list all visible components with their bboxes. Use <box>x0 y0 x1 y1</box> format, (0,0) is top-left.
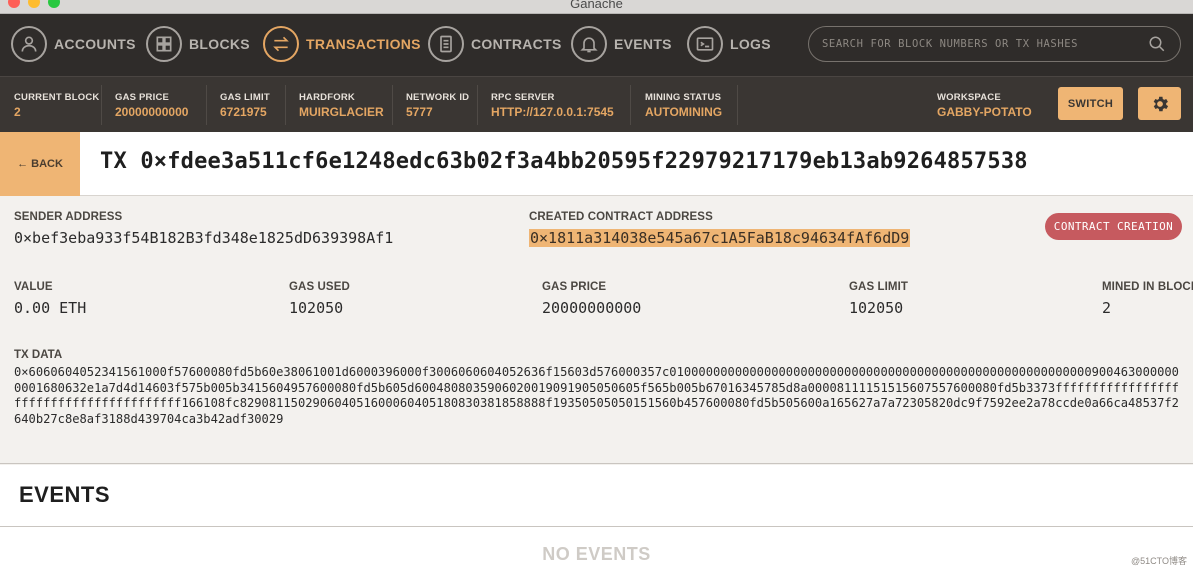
divider <box>206 85 207 125</box>
hardfork-value: MUIRGLACIER <box>299 105 384 119</box>
tx-gas-price-value: 20000000000 <box>542 299 642 317</box>
tx-gas-price-label: GAS PRICE <box>542 281 607 293</box>
gas-used-value: 102050 <box>289 299 344 317</box>
gas-price-label: GAS PRICE <box>115 92 170 103</box>
nav-transactions-label: TRANSACTIONS <box>306 36 421 52</box>
search-icon[interactable] <box>1148 35 1166 58</box>
nav-contracts[interactable]: CONTRACTS <box>428 25 562 63</box>
current-block-stat: CURRENT BLOCK 2 <box>14 92 99 119</box>
sender-address-value: 0×bef3eba933f54B182B3fd348e1825dD639398A… <box>14 229 394 247</box>
hardfork-label: HARDFORK <box>299 92 355 103</box>
tx-gas-limit-value: 102050 <box>849 299 904 317</box>
created-contract-address-field: CREATED CONTRACT ADDRESS 0×1811a314038e5… <box>529 211 911 248</box>
gas-limit-stat: GAS LIMIT 6721975 <box>220 92 270 119</box>
nav-events-label: EVENTS <box>614 36 672 52</box>
events-section: EVENTS NO EVENTS @51CTO博客 <box>0 465 1193 570</box>
tx-gas-limit-field: GAS LIMIT 102050 <box>849 281 908 317</box>
divider <box>101 85 102 125</box>
window-titlebar: Ganache <box>0 0 1193 14</box>
search-input[interactable] <box>822 38 1142 50</box>
rpc-server-value: HTTP://127.0.0.1:7545 <box>491 105 614 119</box>
rpc-server-label: RPC SERVER <box>491 92 555 103</box>
page-title: TX 0×fdee3a511cf6e1248edc63b02f3a4bb2059… <box>100 149 1028 174</box>
tx-data-field: TX DATA 0×6060604052341561000f57600080fd… <box>14 349 1184 427</box>
divider <box>630 85 631 125</box>
settings-button[interactable] <box>1138 87 1181 120</box>
workspace-value: GABBY-POTATO <box>937 105 1032 119</box>
created-contract-address-value[interactable]: 0×1811a314038e545a67c1A5FaB18c94634fAf6d… <box>529 229 911 247</box>
divider <box>477 85 478 125</box>
divider <box>285 85 286 125</box>
gas-used-field: GAS USED 102050 <box>289 281 350 317</box>
back-button[interactable]: ← BACK <box>0 132 80 196</box>
created-contract-address-label: CREATED CONTRACT ADDRESS <box>529 211 713 223</box>
search-box[interactable] <box>808 26 1181 62</box>
switch-workspace-button[interactable]: SWITCH <box>1058 87 1123 120</box>
status-bar: CURRENT BLOCK 2 GAS PRICE 20000000000 GA… <box>0 76 1193 132</box>
no-events-message: NO EVENTS <box>542 544 651 564</box>
divider <box>737 85 738 125</box>
mined-in-block-label: MINED IN BLOCK <box>1102 281 1193 293</box>
network-id-value: 5777 <box>406 105 433 119</box>
top-navigation: ACCOUNTS BLOCKS TRANSACTIONS CONTRACTS E… <box>0 14 1193 76</box>
network-id-stat: NETWORK ID 5777 <box>406 92 469 119</box>
value-label: VALUE <box>14 281 53 293</box>
nav-accounts-label: ACCOUNTS <box>54 36 136 52</box>
tx-data-value: 0×6060604052341561000f57600080fd5b60e380… <box>14 365 1179 426</box>
workspace-stat: WORKSPACE GABBY-POTATO <box>937 92 1032 119</box>
mining-status-stat: MINING STATUS AUTOMINING <box>645 92 722 119</box>
mined-in-block-value: 2 <box>1102 299 1112 317</box>
current-block-value: 2 <box>14 105 21 119</box>
value-field: VALUE 0.00 ETH <box>14 281 86 317</box>
network-id-label: NETWORK ID <box>406 92 470 103</box>
current-block-label: CURRENT BLOCK <box>14 92 100 103</box>
sender-address-label: SENDER ADDRESS <box>14 211 123 223</box>
nav-accounts[interactable]: ACCOUNTS <box>11 25 136 63</box>
nav-contracts-label: CONTRACTS <box>471 36 562 52</box>
watermark: @51CTO博客 <box>1131 556 1187 566</box>
transaction-header: ← BACK TX 0×fdee3a511cf6e1248edc63b02f3a… <box>0 132 1193 196</box>
gas-price-stat: GAS PRICE 20000000000 <box>115 92 188 119</box>
mined-in-block-field: MINED IN BLOCK 2 <box>1102 281 1193 317</box>
workspace-label: WORKSPACE <box>937 92 1001 103</box>
mining-status-value: AUTOMINING <box>645 105 723 119</box>
gas-price-value: 20000000000 <box>115 105 189 119</box>
gear-icon <box>1153 96 1168 111</box>
nav-events[interactable]: EVENTS <box>571 25 672 63</box>
terminal-icon <box>687 26 723 62</box>
transaction-details: SENDER ADDRESS 0×bef3eba933f54B182B3fd34… <box>0 197 1193 464</box>
gas-limit-value: 6721975 <box>220 105 267 119</box>
sender-address-field: SENDER ADDRESS 0×bef3eba933f54B182B3fd34… <box>14 211 393 247</box>
divider <box>392 85 393 125</box>
gas-used-label: GAS USED <box>289 281 350 293</box>
bell-icon <box>571 26 607 62</box>
nav-transactions[interactable]: TRANSACTIONS <box>263 25 421 63</box>
events-title: EVENTS <box>19 482 111 507</box>
hardfork-stat: HARDFORK MUIRGLACIER <box>299 92 384 119</box>
mining-status-label: MINING STATUS <box>645 92 722 103</box>
nav-logs[interactable]: LOGS <box>687 25 771 63</box>
nav-blocks[interactable]: BLOCKS <box>146 25 250 63</box>
swap-arrows-icon <box>263 26 299 62</box>
rpc-server-stat: RPC SERVER HTTP://127.0.0.1:7545 <box>491 92 614 119</box>
contract-creation-badge: CONTRACT CREATION <box>1045 213 1182 240</box>
gas-limit-label: GAS LIMIT <box>220 92 270 103</box>
tx-gas-price-field: GAS PRICE 20000000000 <box>542 281 641 317</box>
tx-gas-limit-label: GAS LIMIT <box>849 281 909 293</box>
nav-logs-label: LOGS <box>730 36 771 52</box>
tx-data-label: TX DATA <box>14 349 63 361</box>
window-title: Ganache <box>570 0 623 11</box>
divider <box>0 526 1193 527</box>
person-icon <box>11 26 47 62</box>
nav-blocks-label: BLOCKS <box>189 36 250 52</box>
value-value: 0.00 ETH <box>14 299 87 317</box>
grid-icon <box>146 26 182 62</box>
document-icon <box>428 26 464 62</box>
